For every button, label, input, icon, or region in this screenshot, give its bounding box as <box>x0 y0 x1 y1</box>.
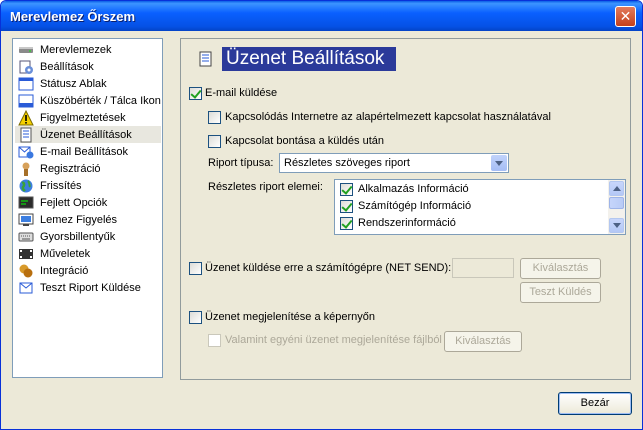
report-type-label: Riport típusa: <box>208 157 274 169</box>
app-window: Merevlemez Őrszem ✕ Merevlemezek Beállít… <box>0 0 643 430</box>
scroll-down-icon[interactable] <box>609 218 624 233</box>
window-icon <box>18 76 34 92</box>
settings-icon <box>18 59 34 75</box>
list-item[interactable]: Rendszerinformáció <box>338 215 608 232</box>
list-scrollbar[interactable] <box>608 180 625 234</box>
show-message-label: Üzenet megjelenítése a képernyőn <box>205 311 375 323</box>
email-send-label: E-mail küldése <box>205 87 278 99</box>
advanced-options-icon <box>18 195 34 211</box>
report-type-select[interactable]: Részletes szöveges riport <box>279 153 509 173</box>
net-send-computer-field[interactable] <box>452 258 514 278</box>
report-type-value: Részletes szöveges riport <box>284 157 410 169</box>
list-item[interactable]: Számítógép Információ <box>338 198 608 215</box>
report-element-label: Rendszerinformáció <box>358 217 456 229</box>
sidebar-item-regisztracio[interactable]: Regisztráció <box>15 160 161 177</box>
scroll-up-icon[interactable] <box>609 181 624 196</box>
sidebar-item-statusz-ablak[interactable]: Státusz Ablak <box>15 75 161 92</box>
close-window-button[interactable]: ✕ <box>615 6 636 27</box>
custom-message-label: Valamint egyéni üzenet megjelenítése fáj… <box>225 334 442 346</box>
close-button[interactable]: Bezár <box>558 392 632 415</box>
sidebar-item-kuszobertek[interactable]: Küszöbérték / Tálca Ikon <box>15 92 161 109</box>
sidebar-item-label: Figyelmeztetések <box>40 111 126 124</box>
sidebar-item-label: Beállítások <box>40 60 94 73</box>
sidebar-item-fejlett-opciok[interactable]: Fejlett Opciók <box>15 194 161 211</box>
sidebar-item-label: Státusz Ablak <box>40 77 107 90</box>
integration-icon <box>18 263 34 279</box>
report-elements-label: Részletes riport elemei: <box>208 181 323 193</box>
list-item[interactable]: Alkalmazás Információ <box>338 181 608 198</box>
net-send-checkbox[interactable] <box>189 262 202 275</box>
sidebar-item-muveletek[interactable]: Műveletek <box>15 245 161 262</box>
disk-monitor-icon <box>18 212 34 228</box>
connect-default-label: Kapcsolódás Internetre az alapértelmezet… <box>225 111 551 123</box>
sidebar-item-label: Gyorsbillentyűk <box>40 230 116 243</box>
warning-icon <box>18 109 34 126</box>
sidebar-item-label: Integráció <box>40 264 89 277</box>
disconnect-after-checkbox[interactable] <box>208 135 221 148</box>
report-element-checkbox[interactable] <box>340 183 353 196</box>
sidebar-item-beallitasok[interactable]: Beállítások <box>15 58 161 75</box>
panel-title: Üzenet Beállítások <box>222 47 396 71</box>
sidebar-item-label: Küszöbérték / Tálca Ikon <box>40 94 161 107</box>
sidebar-item-email-beallitasok[interactable]: E-mail Beállítások <box>15 143 161 160</box>
sidebar-item-figyelmeztetesek[interactable]: Figyelmeztetések <box>15 109 161 126</box>
disconnect-after-label: Kapcsolat bontása a küldés után <box>225 135 385 147</box>
email-icon <box>18 144 34 160</box>
show-message-checkbox[interactable] <box>189 311 202 324</box>
sidebar-item-label: Frissítés <box>40 179 82 192</box>
custom-message-select-button[interactable]: Kiválasztás <box>444 331 522 352</box>
sidebar-item-uzenet-beallitasok[interactable]: Üzenet Beállítások <box>15 126 161 143</box>
sidebar-item-gyorsbillentyuk[interactable]: Gyorsbillentyűk <box>15 228 161 245</box>
sidebar-item-label: Műveletek <box>40 247 91 260</box>
message-icon <box>18 127 34 143</box>
net-send-label: Üzenet küldése erre a számítógépre (NET … <box>205 262 452 274</box>
sidebar-item-label: Regisztráció <box>40 162 101 175</box>
registration-icon <box>18 161 34 177</box>
actions-icon <box>18 246 34 262</box>
test-report-icon <box>18 280 34 296</box>
report-element-label: Számítógép Információ <box>358 200 472 212</box>
tray-icon <box>18 93 34 109</box>
email-send-checkbox[interactable] <box>189 87 202 100</box>
disk-icon <box>18 42 34 58</box>
keyboard-icon <box>18 229 34 245</box>
window-title: Merevlemez Őrszem <box>10 9 136 24</box>
chevron-down-icon[interactable] <box>491 155 507 171</box>
connect-default-checkbox[interactable] <box>208 111 221 124</box>
scroll-thumb[interactable] <box>609 197 624 209</box>
sidebar-item-frissites[interactable]: Frissítés <box>15 177 161 194</box>
settings-nav: Merevlemezek Beállítások Státusz Ablak K… <box>12 38 163 378</box>
test-send-button[interactable]: Teszt Küldés <box>520 282 601 303</box>
report-element-checkbox[interactable] <box>340 200 353 213</box>
sidebar-item-lemez-figyeles[interactable]: Lemez Figyelés <box>15 211 161 228</box>
message-icon <box>199 51 213 67</box>
sidebar-item-integracio[interactable]: Integráció <box>15 262 161 279</box>
sidebar-item-label: Üzenet Beállítások <box>40 128 132 141</box>
sidebar-item-label: Lemez Figyelés <box>40 213 118 226</box>
panel-header: Üzenet Beállítások <box>181 42 630 71</box>
custom-message-checkbox[interactable] <box>208 334 221 347</box>
sidebar-item-label: E-mail Beállítások <box>40 145 129 158</box>
report-elements-list: Alkalmazás Információ Számítógép Informá… <box>334 179 626 235</box>
sidebar-item-label: Merevlemezek <box>40 43 112 56</box>
sidebar-item-label: Fejlett Opciók <box>40 196 108 209</box>
sidebar-item-teszt-riport[interactable]: Teszt Riport Küldése <box>15 279 161 296</box>
update-globe-icon <box>18 178 34 194</box>
sidebar-item-label: Teszt Riport Küldése <box>40 281 141 294</box>
report-element-checkbox[interactable] <box>340 217 353 230</box>
title-bar[interactable]: Merevlemez Őrszem ✕ <box>1 1 642 31</box>
sidebar-item-merevlemezek[interactable]: Merevlemezek <box>15 41 161 58</box>
settings-panel: Üzenet Beállítások E-mail küldése Kapcso… <box>180 38 631 380</box>
report-element-label: Alkalmazás Információ <box>358 183 469 195</box>
net-send-select-button[interactable]: Kiválasztás <box>520 258 601 279</box>
